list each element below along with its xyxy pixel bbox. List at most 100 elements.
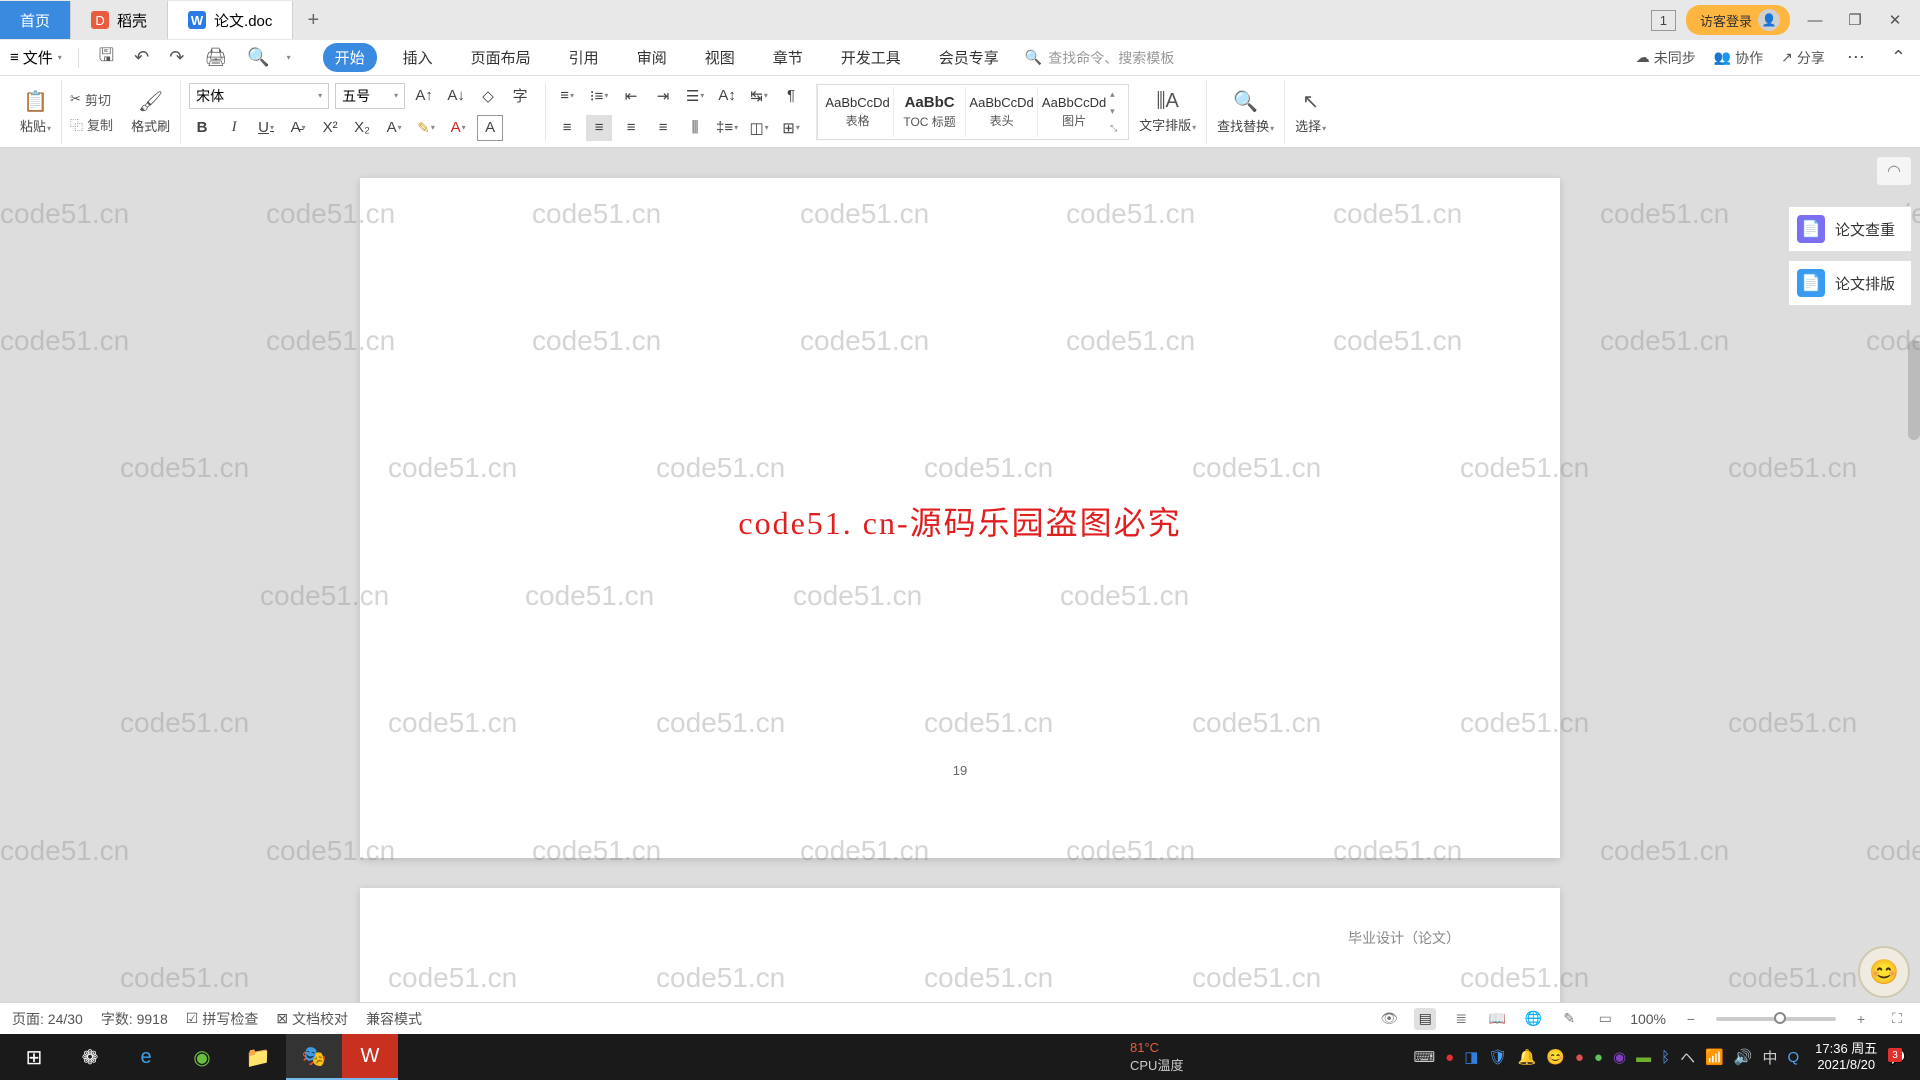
shading-button[interactable]: ◫▾ xyxy=(746,115,772,141)
action-center-button[interactable]: 💬3 xyxy=(1887,1048,1906,1066)
task-app-active[interactable]: 🎭 xyxy=(286,1034,342,1080)
tab-add-button[interactable]: + xyxy=(293,9,333,32)
close-button[interactable]: ✕ xyxy=(1880,11,1910,29)
text-layout-group[interactable]: ⫼A 文字排版▾ xyxy=(1129,80,1207,144)
align-right-button[interactable]: ≡ xyxy=(618,115,644,141)
tray-icon[interactable]: ◨ xyxy=(1464,1048,1478,1066)
clear-format-button[interactable]: ◇ xyxy=(475,83,501,109)
highlight-button[interactable]: ✎▾ xyxy=(413,115,439,141)
menu-tab-review[interactable]: 审阅 xyxy=(625,43,679,72)
font-select[interactable]: 宋体▾ xyxy=(189,83,329,109)
scrollbar-thumb[interactable] xyxy=(1908,340,1920,440)
tray-icon[interactable]: ● xyxy=(1594,1049,1603,1066)
format-painter-group[interactable]: 🖌 格式刷 xyxy=(121,80,181,144)
style-item[interactable]: AaBbCcDd表格 xyxy=(822,87,894,137)
cut-button[interactable]: ✂剪切 xyxy=(70,90,113,109)
menu-tab-layout[interactable]: 页面布局 xyxy=(459,43,543,72)
tray-icon[interactable]: 😊 xyxy=(1546,1048,1565,1066)
style-item[interactable]: AaBbCTOC 标题 xyxy=(894,87,966,137)
border-button[interactable]: ⊞▾ xyxy=(778,115,804,141)
globe-view-button[interactable]: 🌐 xyxy=(1522,1008,1544,1030)
page-indicator[interactable]: 页面: 24/30 xyxy=(12,1009,83,1029)
plagiarism-check-button[interactable]: 📄 论文查重 xyxy=(1788,206,1912,252)
more-button[interactable]: ⋯ xyxy=(1843,47,1869,68)
underline-button[interactable]: U▾ xyxy=(253,115,279,141)
chevron-down-icon[interactable]: ▾ xyxy=(287,53,291,62)
text-direction-button[interactable]: ↹▾ xyxy=(746,83,772,109)
find-replace-group[interactable]: 🔍 查找替换▾ xyxy=(1207,80,1285,144)
fontsize-select[interactable]: 五号▾ xyxy=(335,83,405,109)
page-view-button[interactable]: ▤ xyxy=(1414,1008,1436,1030)
align-left-button[interactable]: ≡ xyxy=(554,115,580,141)
word-count[interactable]: 字数: 9918 xyxy=(101,1009,168,1029)
tray-wifi-icon[interactable]: 📶 xyxy=(1705,1048,1724,1066)
copy-button[interactable]: ⿻复制 xyxy=(70,115,113,134)
char-border-button[interactable]: A xyxy=(477,115,503,141)
task-ie[interactable]: e xyxy=(118,1034,174,1080)
paste-group[interactable]: 📋 粘贴▾ xyxy=(10,80,62,144)
file-menu[interactable]: ≡ 文件 ▾ xyxy=(10,47,62,68)
tray-icon[interactable]: Q xyxy=(1787,1049,1799,1066)
styles-scroll[interactable]: ▴▾⤡ xyxy=(1110,87,1124,137)
bullets-button[interactable]: ≡▾ xyxy=(554,83,580,109)
superscript-button[interactable]: X² xyxy=(317,115,343,141)
zoom-out-button[interactable]: − xyxy=(1680,1008,1702,1030)
tray-icon[interactable]: ● xyxy=(1575,1049,1584,1066)
slider-thumb[interactable] xyxy=(1774,1012,1786,1024)
tray-nvidia-icon[interactable]: ▬ xyxy=(1636,1049,1651,1066)
tab-document[interactable]: W 论文.doc xyxy=(168,1,293,39)
strikethrough-button[interactable]: A̵▾ xyxy=(285,115,311,141)
tray-icon[interactable]: ● xyxy=(1445,1049,1454,1066)
tray-bluetooth-icon[interactable]: ᛒ xyxy=(1661,1049,1670,1066)
document-area[interactable]: code51. cn-源码乐园盗图必究 19 毕业设计（论文） xyxy=(0,148,1920,1034)
outline-view-button[interactable]: ≣ xyxy=(1450,1008,1472,1030)
minimize-button[interactable]: — xyxy=(1800,12,1830,29)
redo-button[interactable]: ↷ xyxy=(165,47,188,68)
taskbar-clock[interactable]: 17:36 周五 2021/8/20 xyxy=(1815,1041,1877,1072)
para-marks-button[interactable]: ¶ xyxy=(778,83,804,109)
increase-font-button[interactable]: A↑ xyxy=(411,83,437,109)
task-explorer[interactable]: 📁 xyxy=(230,1034,286,1080)
task-browser[interactable]: ◉ xyxy=(174,1034,230,1080)
menu-tab-insert[interactable]: 插入 xyxy=(391,43,445,72)
tray-shield-icon[interactable]: 🛡 xyxy=(1488,1048,1507,1066)
distribute-button[interactable]: ⫼ xyxy=(682,115,708,141)
menu-tab-view[interactable]: 视图 xyxy=(693,43,747,72)
tab-docer[interactable]: D 稻壳 xyxy=(71,1,168,39)
proofread-toggle[interactable]: ⊠文档校对 xyxy=(276,1009,348,1029)
sync-button[interactable]: ☁未同步 xyxy=(1636,48,1696,68)
justify-button[interactable]: ≡ xyxy=(650,115,676,141)
increase-indent-button[interactable]: ⇥ xyxy=(650,83,676,109)
style-item[interactable]: AaBbCcDd图片 xyxy=(1038,87,1110,137)
task-app[interactable]: ❁ xyxy=(62,1034,118,1080)
task-wps[interactable]: W xyxy=(342,1034,398,1080)
menu-tab-devtools[interactable]: 开发工具 xyxy=(829,43,913,72)
notification-badge[interactable]: 1 xyxy=(1651,10,1676,31)
collapse-ribbon-button[interactable]: ⌃ xyxy=(1887,47,1910,68)
align-center-button[interactable]: ≡ xyxy=(586,115,612,141)
reading-mode-button[interactable]: 👁 xyxy=(1378,1008,1400,1030)
web-view-button[interactable]: 📖 xyxy=(1486,1008,1508,1030)
tab-home[interactable]: 首页 xyxy=(0,1,71,39)
fullscreen-button[interactable]: ⛶ xyxy=(1886,1008,1908,1030)
fit-page-button[interactable]: ▭ xyxy=(1594,1008,1616,1030)
tray-ime-icon[interactable]: 中 xyxy=(1762,1047,1777,1068)
thesis-format-button[interactable]: 📄 论文排版 xyxy=(1788,260,1912,306)
document-page[interactable]: code51. cn-源码乐园盗图必究 19 xyxy=(360,178,1560,858)
decrease-indent-button[interactable]: ⇤ xyxy=(618,83,644,109)
font-color-button[interactable]: A▾ xyxy=(445,115,471,141)
asian-layout-button[interactable]: ☰▾ xyxy=(682,83,708,109)
start-button[interactable]: ⊞ xyxy=(6,1034,62,1080)
style-item[interactable]: AaBbCcDd表头 xyxy=(966,87,1038,137)
share-button[interactable]: ↗分享 xyxy=(1781,48,1825,68)
phonetic-button[interactable]: 字 xyxy=(507,83,533,109)
bold-button[interactable]: B xyxy=(189,115,215,141)
maximize-button[interactable]: ❐ xyxy=(1840,11,1870,29)
italic-button[interactable]: I xyxy=(221,115,247,141)
menu-tab-chapter[interactable]: 章节 xyxy=(761,43,815,72)
tray-volume-icon[interactable]: 🔊 xyxy=(1734,1048,1753,1066)
zoom-in-button[interactable]: + xyxy=(1850,1008,1872,1030)
zoom-level[interactable]: 100% xyxy=(1630,1011,1666,1027)
tray-icon[interactable]: ◉ xyxy=(1613,1048,1626,1066)
collapse-panel-button[interactable]: ◠ xyxy=(1876,156,1912,186)
